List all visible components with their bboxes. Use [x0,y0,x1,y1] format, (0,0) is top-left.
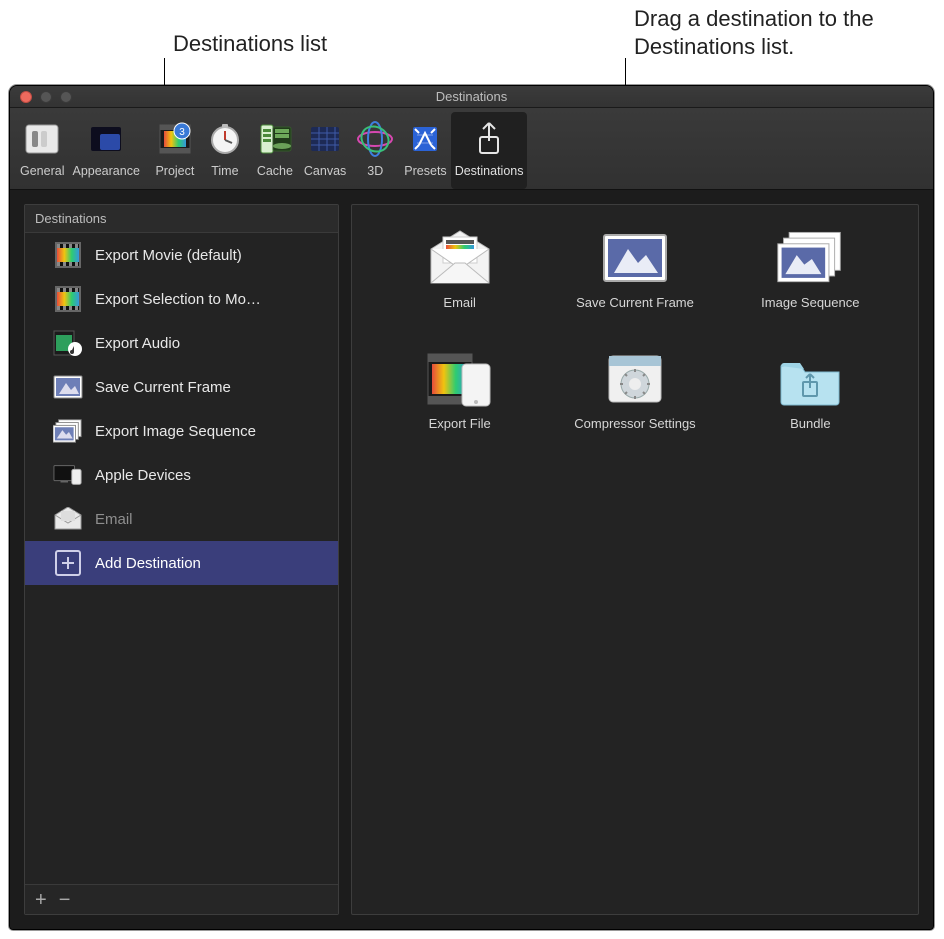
3d-icon [354,118,396,160]
traffic-lights [10,91,72,103]
tab-label: Time [211,164,238,178]
toolbar-group-2: 3 Project Time Cache Canvas [150,112,528,189]
list-item-label: Export Selection to Mo… [95,291,261,308]
destinations-palette: Email Save Current Frame Image Sequence [351,204,919,915]
add-icon [53,549,83,577]
palette-item-label: Bundle [790,416,830,431]
presets-icon [404,118,446,160]
tab-3d[interactable]: 3D [350,112,400,189]
canvas-icon [304,118,346,160]
general-icon [21,118,63,160]
list-item-apple-devices[interactable]: Apple Devices [25,453,338,497]
tab-appearance[interactable]: Appearance [68,112,143,189]
svg-text:3: 3 [179,127,185,138]
close-button[interactable] [20,91,32,103]
list-item-email[interactable]: Email [25,497,338,541]
list-item-save-frame[interactable]: Save Current Frame [25,365,338,409]
destinations-list: Destinations Export Movie (default) Expo… [24,204,339,915]
compressor-icon [599,350,671,408]
list-item-label: Save Current Frame [95,379,231,396]
list-item-export-audio[interactable]: Export Audio [25,321,338,365]
destinations-icon [468,118,510,160]
titlebar[interactable]: Destinations [10,86,933,108]
mail-icon [424,229,496,287]
palette-item-label: Image Sequence [761,295,859,310]
cache-icon [254,118,296,160]
palette-item-export-file[interactable]: Export File [372,350,547,431]
tab-label: Project [155,164,194,178]
time-icon [204,118,246,160]
palette-item-email[interactable]: Email [372,229,547,310]
list-item-export-movie[interactable]: Export Movie (default) [25,233,338,277]
project-icon: 3 [154,118,196,160]
toolbar-group-1: General Appearance [16,112,144,189]
palette-item-image-sequence[interactable]: Image Sequence [723,229,898,310]
remove-destination-button[interactable]: − [59,890,71,910]
destinations-grid: Email Save Current Frame Image Sequence [372,229,898,431]
palette-item-label: Save Current Frame [576,295,694,310]
tab-presets[interactable]: Presets [400,112,450,189]
palette-item-label: Compressor Settings [574,416,695,431]
callout-destinations-list: Destinations list [173,30,433,58]
tab-general[interactable]: General [16,112,68,189]
list-item-label: Export Image Sequence [95,423,256,440]
palette-item-bundle[interactable]: Bundle [723,350,898,431]
list-item-label: Apple Devices [95,467,191,484]
zoom-button[interactable] [60,91,72,103]
preferences-toolbar: General Appearance 3 Project Time [10,108,933,190]
tab-project[interactable]: 3 Project [150,112,200,189]
tab-label: Canvas [304,164,346,178]
tab-label: Appearance [72,164,139,178]
frame-icon [53,373,83,401]
list-item-label: Add Destination [95,555,201,572]
window-title: Destinations [10,89,933,104]
tab-cache[interactable]: Cache [250,112,300,189]
tab-label: Presets [404,164,446,178]
list-item-label: Export Movie (default) [95,247,242,264]
add-destination-button[interactable]: + [35,890,47,910]
list-item-label: Email [95,511,133,528]
callout-drag-hint: Drag a destination to the Destinations l… [634,5,914,60]
tab-destinations[interactable]: Destinations [451,112,528,189]
list-item-image-sequence[interactable]: Export Image Sequence [25,409,338,453]
film-icon [53,285,83,313]
destinations-list-footer: + − [25,884,338,914]
palette-item-save-frame[interactable]: Save Current Frame [547,229,722,310]
tab-label: Cache [257,164,293,178]
content-area: Destinations Export Movie (default) Expo… [10,190,933,929]
tab-time[interactable]: Time [200,112,250,189]
appearance-icon [85,118,127,160]
tab-label: General [20,164,64,178]
list-item-label: Export Audio [95,335,180,352]
devices-icon [53,461,83,489]
list-item-export-selection[interactable]: Export Selection to Mo… [25,277,338,321]
destinations-list-header: Destinations [25,205,338,233]
export-file-icon [424,350,496,408]
film-audio-icon [53,329,83,357]
list-item-add-destination[interactable]: Add Destination [25,541,338,585]
tab-label: Destinations [455,164,524,178]
preferences-window: Destinations General Appearance 3 [9,85,934,930]
frame-icon [599,229,671,287]
mail-icon [53,505,83,533]
sequence-icon [774,229,846,287]
palette-item-label: Email [443,295,476,310]
destinations-list-items: Export Movie (default) Export Selection … [25,233,338,884]
tab-label: 3D [367,164,383,178]
tab-canvas[interactable]: Canvas [300,112,350,189]
palette-item-label: Export File [429,416,491,431]
bundle-icon [774,350,846,408]
sequence-icon [53,417,83,445]
film-icon [53,241,83,269]
palette-item-compressor[interactable]: Compressor Settings [547,350,722,431]
minimize-button[interactable] [40,91,52,103]
